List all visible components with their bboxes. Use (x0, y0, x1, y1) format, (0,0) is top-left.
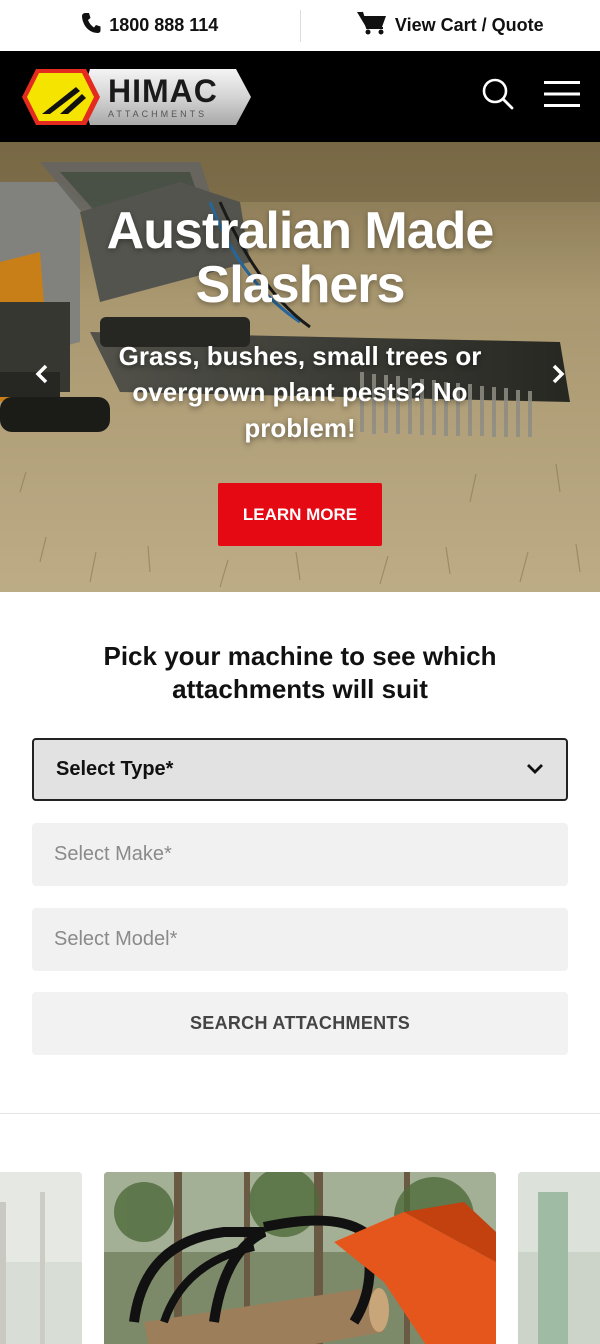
select-model-placeholder: Select Model* (54, 928, 178, 950)
site-header: HIMAC ATTACHMENTS (0, 51, 600, 142)
logo-tagline: ATTACHMENTS (108, 108, 208, 119)
product-image (0, 1172, 82, 1344)
himac-logo[interactable]: HIMAC ATTACHMENTS (20, 67, 252, 127)
hero-subtitle: Grass, bushes, small trees or overgrown … (118, 341, 482, 443)
view-cart-link[interactable]: View Cart / Quote (301, 0, 600, 51)
carousel-card-active[interactable] (104, 1172, 496, 1344)
hero-title: Australian Made Slashers (106, 202, 495, 314)
phone-number: 1800 888 114 (109, 15, 219, 35)
select-make-placeholder: Select Make* (54, 843, 172, 865)
machine-finder: Pick your machine to see which attachmen… (0, 592, 600, 1055)
hero-slider: Australian Made Slashers Grass, bushes, … (0, 142, 600, 592)
carousel-card-next[interactable] (518, 1172, 600, 1344)
phone-link[interactable]: 1800 888 114 (0, 0, 300, 51)
select-make-dropdown[interactable]: Select Make* (32, 823, 568, 886)
utility-bar: 1800 888 114 View Cart / Quote (0, 0, 600, 51)
product-carousel (0, 1172, 600, 1344)
product-image (518, 1172, 600, 1344)
phone-icon (81, 12, 101, 39)
logo-wordmark: HIMAC (108, 72, 218, 109)
finder-title: Pick your machine to see which attachmen… (103, 641, 497, 704)
section-divider (0, 1113, 600, 1114)
menu-icon[interactable] (544, 80, 580, 113)
search-icon[interactable] (482, 78, 514, 115)
select-type-dropdown[interactable]: Select Type* (32, 738, 568, 801)
select-model-dropdown[interactable]: Select Model* (32, 908, 568, 971)
learn-more-button[interactable]: LEARN MORE (218, 483, 382, 546)
select-type-label: Select Type* (56, 758, 174, 780)
chevron-down-icon (526, 758, 544, 781)
grapple-product-image (104, 1172, 496, 1344)
carousel-card-prev[interactable] (0, 1172, 82, 1344)
cart-icon (356, 10, 387, 41)
view-cart-label: View Cart / Quote (394, 15, 544, 35)
logo-badge: HIMAC ATTACHMENTS (20, 67, 252, 127)
search-attachments-button[interactable]: SEARCH ATTACHMENTS (32, 992, 568, 1055)
